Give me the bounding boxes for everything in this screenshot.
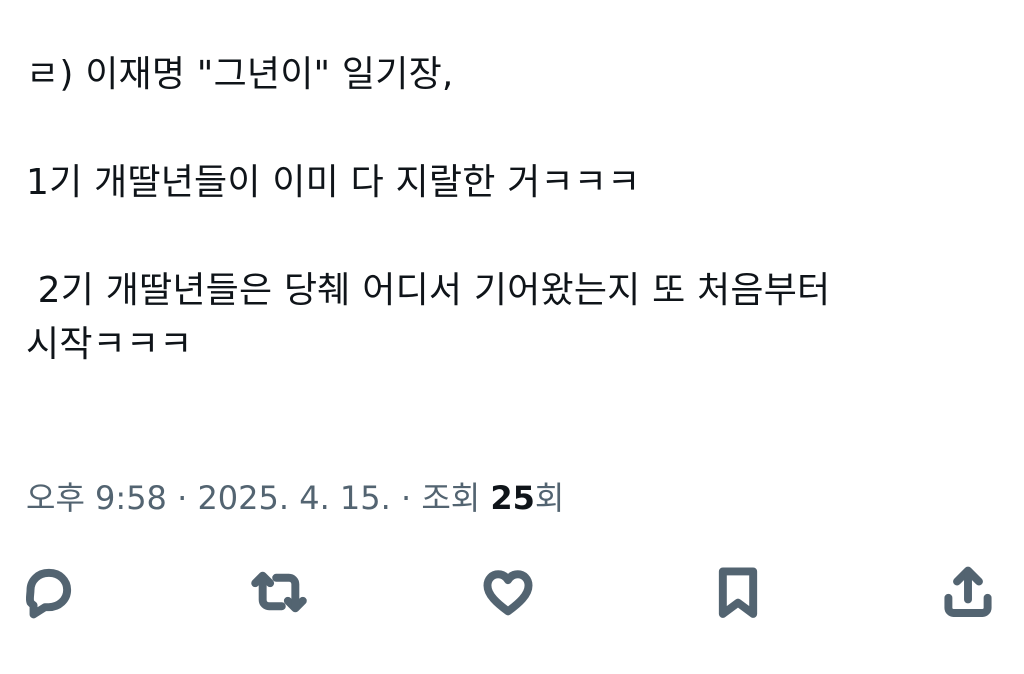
tweet-time[interactable]: 오후 9:58: [26, 479, 167, 517]
separator-dot: ·: [400, 479, 412, 517]
views-label: 조회: [421, 479, 481, 517]
retweet-icon: [251, 571, 307, 613]
share-button[interactable]: [938, 562, 998, 622]
bookmark-button[interactable]: [708, 562, 768, 622]
like-button[interactable]: [478, 562, 538, 622]
views-suffix: 회: [534, 479, 565, 517]
tweet-text-line: 1기 개딸년들이 이미 다 지랄한 거ㅋㅋㅋ: [26, 162, 641, 203]
tweet-action-bar: [0, 562, 1024, 622]
retweet-button[interactable]: [249, 562, 309, 622]
tweet-date[interactable]: 2025. 4. 15.: [197, 479, 390, 517]
reply-button[interactable]: [18, 562, 78, 622]
tweet-text: ㄹ) 이재명 "그년이" 일기장, 1기 개딸년들이 이미 다 지랄한 거ㅋㅋㅋ…: [26, 48, 996, 372]
bookmark-icon: [718, 567, 758, 618]
tweet-text-line: 2기 개딸년들은 당췌 어디서 기어왔는지 또 처음부터 시작ㅋㅋㅋ: [26, 270, 842, 365]
reply-icon: [25, 568, 72, 619]
separator-dot: ·: [177, 479, 188, 517]
tweet-metadata: 오후 9:58 · 2025. 4. 15. · 조회 25회: [26, 474, 564, 522]
views-count[interactable]: 25: [490, 479, 535, 517]
share-icon: [944, 566, 992, 617]
tweet-text-line: ㄹ) 이재명 "그년이" 일기장,: [26, 54, 454, 95]
heart-icon: [483, 570, 533, 616]
